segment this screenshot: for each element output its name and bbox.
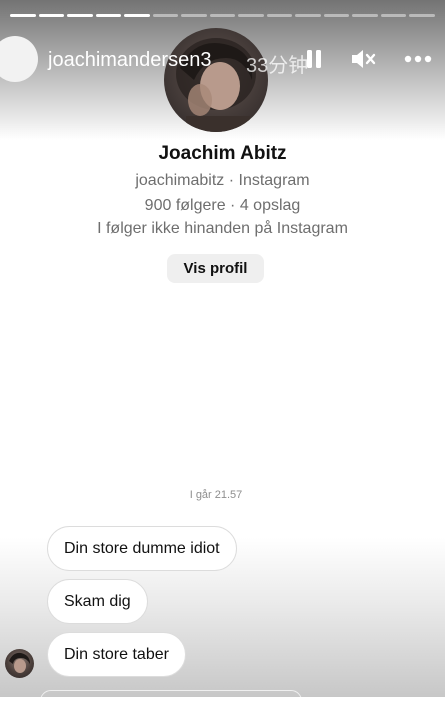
progress-segment bbox=[295, 14, 321, 17]
progress-segment bbox=[209, 14, 236, 17]
story-header: joachimandersen3 33分钟 bbox=[0, 36, 445, 84]
progress-segment bbox=[409, 14, 435, 17]
message-bubble[interactable]: Din store taber bbox=[47, 632, 186, 677]
story-time-ago: 33分钟 bbox=[246, 55, 309, 77]
progress-segment bbox=[323, 14, 350, 17]
view-profile-button[interactable]: Vis profil bbox=[167, 254, 264, 283]
progress-segment bbox=[380, 14, 407, 17]
progress-segment bbox=[95, 14, 122, 17]
message-timestamp: I går 21.57 bbox=[189, 489, 243, 501]
mute-icon[interactable] bbox=[350, 48, 376, 70]
progress-segment bbox=[38, 14, 65, 17]
reply-input[interactable] bbox=[40, 690, 302, 712]
sender-avatar bbox=[5, 649, 34, 678]
progress-segment bbox=[352, 14, 378, 17]
progress-segment bbox=[10, 14, 36, 17]
progress-segment bbox=[181, 14, 207, 17]
progress-segment bbox=[238, 14, 264, 17]
progress-segment bbox=[124, 14, 150, 17]
progress-segment bbox=[67, 14, 93, 17]
more-icon[interactable] bbox=[403, 50, 433, 68]
sender-avatar-image bbox=[9, 652, 30, 673]
message-bubble[interactable]: Skam dig bbox=[47, 579, 148, 624]
story-progress-bar bbox=[10, 14, 435, 17]
story-username[interactable]: joachimandersen3 bbox=[48, 49, 211, 72]
message-bubble[interactable]: Din store dumme idiot bbox=[47, 526, 237, 571]
progress-segment bbox=[266, 14, 293, 17]
profile-name: Joachim Abitz bbox=[158, 143, 287, 164]
progress-segment bbox=[152, 14, 179, 17]
story-avatar[interactable] bbox=[0, 36, 38, 82]
profile-stats: 900 følgere · 4 opslag bbox=[144, 197, 301, 214]
profile-relation: I følger ikke hinanden på Instagram bbox=[97, 220, 348, 237]
profile-subtitle: joachimabitz · Instagram bbox=[135, 172, 310, 189]
pause-icon[interactable] bbox=[303, 48, 325, 70]
